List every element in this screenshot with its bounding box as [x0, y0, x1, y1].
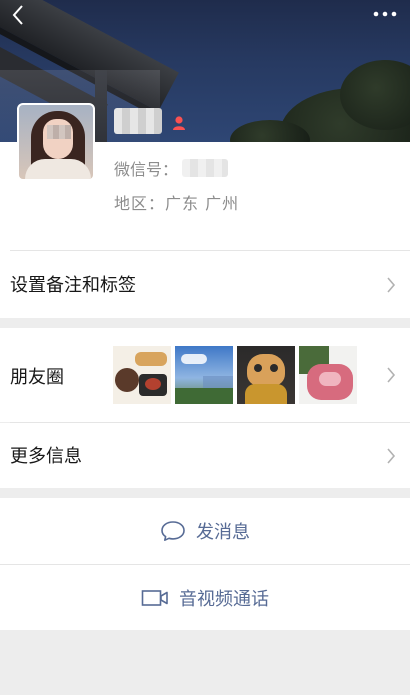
region-value: 广东 广州	[165, 194, 240, 213]
top-bar	[0, 0, 410, 30]
nickname-blurred	[114, 108, 162, 134]
send-message-button[interactable]: 发消息	[0, 498, 410, 564]
moments-label: 朋友圈	[10, 367, 64, 388]
back-button[interactable]	[6, 2, 30, 28]
moments-row[interactable]: 朋友圈	[0, 328, 410, 422]
remark-tags-row[interactable]: 设置备注和标签	[0, 251, 410, 318]
more-info-label: 更多信息	[10, 446, 82, 467]
ellipsis-icon	[373, 11, 397, 17]
moments-thumbnails	[113, 346, 357, 404]
more-button[interactable]	[370, 4, 400, 24]
region-label: 地区：	[114, 194, 166, 213]
video-call-label: 音视频通话	[179, 588, 269, 610]
moments-thumb-food	[113, 346, 171, 404]
wechat-id-label: 微信号：	[114, 160, 179, 179]
video-call-button[interactable]: 音视频通话	[0, 565, 410, 630]
more-info-row[interactable]: 更多信息	[0, 423, 410, 488]
moments-thumb-meat	[299, 346, 357, 404]
wechat-id-row: 微信号：	[114, 156, 229, 180]
remark-tags-label: 设置备注和标签	[10, 275, 136, 296]
moments-thumb-sky	[175, 346, 233, 404]
wechat-id-blurred	[182, 159, 229, 177]
chevron-left-icon	[12, 5, 23, 25]
chevron-right-icon	[387, 367, 396, 383]
avatar[interactable]	[17, 103, 95, 181]
chevron-right-icon	[387, 448, 396, 464]
video-camera-icon	[141, 589, 169, 607]
chevron-right-icon	[387, 277, 396, 293]
moments-thumb-cat	[237, 346, 295, 404]
female-icon	[173, 116, 185, 130]
send-message-label: 发消息	[196, 522, 250, 543]
region-row: 地区：广东 广州	[114, 190, 239, 214]
chat-bubble-icon	[160, 520, 186, 542]
